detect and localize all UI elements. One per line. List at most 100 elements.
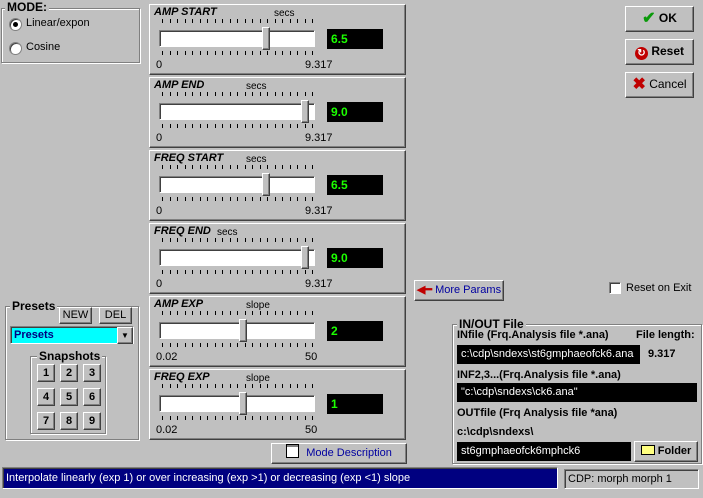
amp-start-slider-thumb[interactable] [262,27,270,50]
snapshot-button-3[interactable]: 3 [83,364,101,382]
presets-dropdown[interactable]: Presets ▼ [10,326,134,344]
freq-end-tick [214,270,216,274]
inf23-field[interactable]: "c:\cdp\sndexs\ck6.ana" [457,383,697,402]
preset-del-button[interactable]: DEL [99,307,132,324]
cancel-button[interactable]: ✖ Cancel [625,72,694,98]
freq-exp-tick [207,416,208,420]
amp-exp-tick [192,343,193,347]
snapshot-button-1[interactable]: 1 [37,364,55,382]
freq-exp-tick [199,384,201,388]
freq-end-tick [199,270,201,274]
freq-exp-tick [169,416,171,420]
snapshot-button-8[interactable]: 8 [60,412,78,430]
freq-exp-tick [274,416,276,420]
freq-exp-tick [169,384,171,388]
snapshot-button-9[interactable]: 9 [83,412,101,430]
amp-end-tick [312,124,313,128]
freq-end-slider-track[interactable] [159,246,315,269]
amp-end-tick [259,92,261,96]
amp-end-tick [192,124,193,128]
freq-end-tick [162,270,163,274]
amp-exp-tick [214,343,216,347]
freq-exp-tick [289,416,291,420]
chevron-down-icon[interactable]: ▼ [117,327,133,344]
preset-new-button[interactable]: NEW [59,307,92,324]
amp-exp-tick [312,311,313,315]
freq-exp-tick [229,416,231,420]
freq-start-tick [282,197,283,201]
amp-exp-tick [177,311,178,315]
freq-exp-tick [297,416,298,420]
folder-button[interactable]: Folder [634,441,698,462]
amp-start-tick [312,19,313,23]
reset-button[interactable]: ↻ Reset [625,39,694,65]
radio-linear-expon-indicator[interactable] [9,18,22,31]
amp-start-tick [304,51,306,55]
freq-exp-tick [304,416,306,420]
amp-end-slider-thumb[interactable] [301,100,309,123]
snapshot-button-5[interactable]: 5 [60,388,78,406]
amp-start-tick [177,51,178,55]
radio-cosine-indicator[interactable] [9,42,22,55]
freq-end-tick [312,270,313,274]
amp-start-tick [312,51,313,55]
amp-exp-panel: AMP EXP slope 2 0.02 50 [149,296,406,367]
amp-start-min-label: 0 [156,59,163,71]
reset-on-exit-checkbox[interactable] [609,282,621,294]
freq-start-tick [267,197,268,201]
freq-start-tick [169,165,171,169]
amp-end-tick [192,92,193,96]
amp-exp-slider-track[interactable] [159,319,315,342]
amp-start-title: AMP START [154,6,217,18]
amp-end-max-label: 9.317 [305,132,333,144]
presets-title: Presets [10,299,58,313]
freq-start-slider-thumb[interactable] [262,173,270,196]
amp-start-tick [237,51,238,55]
ok-button[interactable]: ✔ OK [625,6,694,32]
freq-exp-slider-track[interactable] [159,392,315,415]
snapshot-button-2[interactable]: 2 [60,364,78,382]
freq-exp-tick [312,384,313,388]
mode-description-button[interactable]: Mode Description [271,443,407,464]
amp-end-tick [282,92,283,96]
amp-end-value[interactable]: 9.0 [327,102,383,122]
more-params-button[interactable]: ◀━ More Params [414,280,504,301]
amp-end-slider-track[interactable] [159,100,315,123]
amp-start-tick [184,19,186,23]
freq-start-tick [267,165,268,169]
freq-start-tick [199,197,201,201]
amp-end-tick [162,124,163,128]
freq-end-tick [214,238,216,242]
freq-start-value[interactable]: 6.5 [327,175,383,195]
snapshot-button-7[interactable]: 7 [37,412,55,430]
freq-exp-tick [304,384,306,388]
amp-end-tick [222,124,223,128]
snapshot-button-4[interactable]: 4 [37,388,55,406]
freq-start-slider-track[interactable] [159,173,315,196]
freq-exp-tick [177,416,178,420]
infile-field[interactable]: c:\cdp\sndexs\st6gmphaeofck6.ana [457,345,640,364]
amp-start-tick [274,19,276,23]
amp-exp-value[interactable]: 2 [327,321,383,341]
amp-exp-slider-thumb[interactable] [239,319,247,342]
amp-start-value[interactable]: 6.5 [327,29,383,49]
freq-end-slider-thumb[interactable] [301,246,309,269]
outfile-field[interactable]: st6gmphaeofck6mphck6 [457,442,631,461]
freq-exp-tick [267,384,268,388]
freq-start-tick [214,165,216,169]
amp-exp-tick [207,311,208,315]
freq-end-value[interactable]: 9.0 [327,248,383,268]
freq-end-tick [297,238,298,242]
freq-exp-slider-thumb[interactable] [239,392,247,415]
radio-linear-expon[interactable]: Linear/expon [9,17,129,31]
radio-cosine[interactable]: Cosine [9,41,129,55]
amp-start-slider-track[interactable] [159,27,315,50]
amp-start-tick [237,19,238,23]
amp-start-tick [289,51,291,55]
amp-exp-tick [214,311,216,315]
amp-end-tick [289,92,291,96]
freq-start-tick [162,165,163,169]
freq-exp-value[interactable]: 1 [327,394,383,414]
freq-end-tick [289,270,291,274]
snapshot-button-6[interactable]: 6 [83,388,101,406]
